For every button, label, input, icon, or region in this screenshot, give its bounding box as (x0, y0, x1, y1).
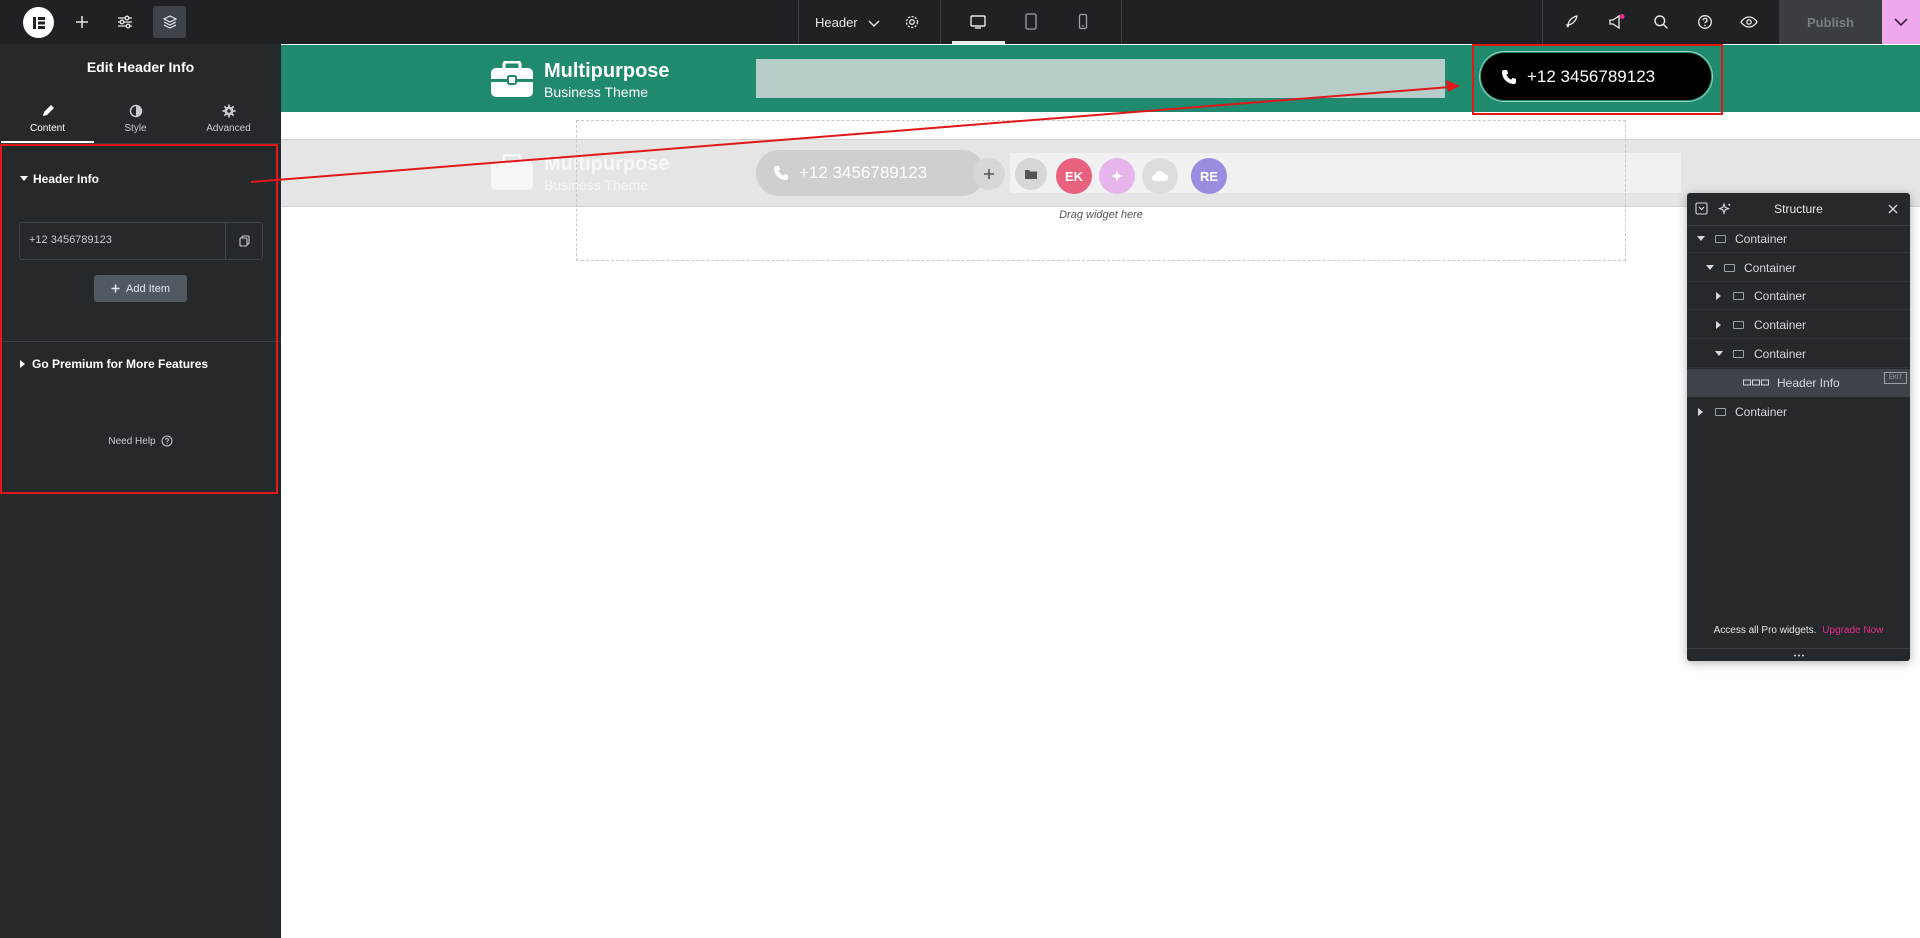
footer-text: Access all Pro widgets. (1713, 625, 1817, 636)
caret-down-icon (1715, 350, 1723, 356)
close-icon (1888, 204, 1898, 214)
caret-down-icon (1706, 264, 1714, 270)
structure-row-label: Header Info (1777, 376, 1840, 390)
structure-row-label: Container (1735, 405, 1788, 419)
structure-row-container[interactable]: Container (1687, 398, 1910, 426)
upgrade-now-link[interactable]: Upgrade Now (1822, 625, 1883, 636)
structure-row-header-info[interactable]: Header Info EKIT (1687, 369, 1910, 397)
structure-row-container[interactable]: Container (1687, 282, 1910, 310)
structure-row-label: Container (1754, 346, 1807, 361)
structure-row-label: Container (1754, 288, 1807, 303)
structure-close-button[interactable] (1885, 201, 1901, 217)
structure-row-container[interactable]: Container (1687, 254, 1910, 282)
ekit-badge: EKIT (1884, 372, 1907, 384)
structure-footer: Access all Pro widgets. Upgrade Now (1687, 625, 1910, 636)
structure-row-container[interactable]: Container (1687, 340, 1910, 368)
caret-right-icon (1698, 408, 1703, 416)
container-icon (1733, 291, 1744, 300)
structure-row-container[interactable]: Container (1687, 311, 1910, 339)
container-icon (1715, 408, 1726, 416)
widget-icon (1743, 379, 1769, 386)
caret-right-icon (1716, 291, 1721, 300)
container-icon (1733, 349, 1744, 358)
structure-title: Structure (1774, 202, 1823, 216)
editor-canvas: Multipurpose Business Theme +12 34567891… (250, 44, 1920, 938)
container-icon (1724, 263, 1735, 272)
caret-down-icon (1697, 235, 1705, 241)
structure-row-container[interactable]: Container (1687, 225, 1910, 253)
structure-row-label: Container (1754, 317, 1807, 332)
container-icon (1715, 234, 1726, 243)
structure-row-label: Container (1744, 260, 1797, 275)
caret-right-icon (1716, 320, 1721, 329)
structure-resize-handle[interactable] (1687, 648, 1910, 661)
container-icon (1733, 320, 1744, 329)
more-dots-icon (1793, 654, 1804, 656)
structure-row-label: Container (1735, 231, 1788, 246)
structure-panel: Structure Container Container Container … (1687, 193, 1910, 661)
annotation-arrow (250, 80, 1460, 183)
